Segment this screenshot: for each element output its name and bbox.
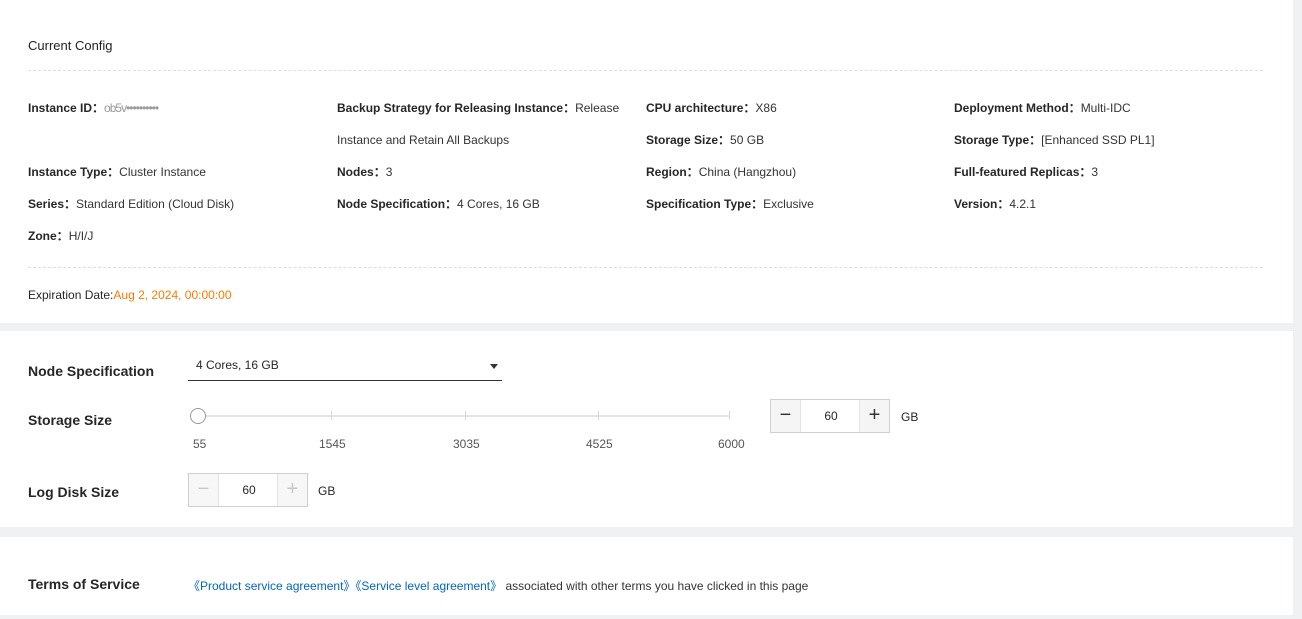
service-level-agreement-link[interactable]: 《Service level agreement》 <box>355 579 502 593</box>
config-deployment-method: Deployment Method：Multi-IDC <box>954 101 1131 115</box>
increment-button[interactable]: + <box>859 400 889 432</box>
storage-size-label: Storage Size <box>28 412 113 428</box>
terms-label: Terms of Service <box>28 576 140 592</box>
log-disk-size-stepper[interactable]: − 60 + <box>188 473 308 507</box>
storage-size-stepper[interactable]: − 60 + <box>770 399 890 433</box>
slider-tick <box>465 411 466 420</box>
storage-size-input[interactable]: 60 <box>801 400 861 432</box>
terms-text: 《Product service agreement》《Service leve… <box>188 579 809 593</box>
config-instance-id: Instance ID：ob5v•••••••••• <box>28 101 159 115</box>
terms-card <box>0 537 1293 615</box>
slider-mark: 6000 <box>718 437 745 451</box>
slider-mark: 1545 <box>319 437 346 451</box>
config-full-featured-replicas: Full-featured Replicas：3 <box>954 165 1099 179</box>
product-service-agreement-link[interactable]: 《Product service agreement》 <box>188 579 355 593</box>
current-config-card <box>0 0 1293 323</box>
instance-id-value: ob5v•••••••••• <box>104 101 159 115</box>
config-storage-type: Storage Type：[Enhanced SSD PL1] <box>954 133 1155 147</box>
node-spec-selected-value: 4 Cores, 16 GB <box>196 358 279 372</box>
decrement-button[interactable]: − <box>771 400 801 432</box>
config-region: Region：China (Hangzhou) <box>646 165 797 179</box>
slider-tick <box>729 411 730 420</box>
config-title: Current Config <box>28 38 113 53</box>
config-backup-strategy-cont: Instance and Retain All Backups <box>337 133 510 147</box>
config-specification-type: Specification Type：Exclusive <box>646 197 814 211</box>
node-spec-select[interactable]: 4 Cores, 16 GB <box>188 352 502 381</box>
config-version: Version：4.2.1 <box>954 197 1037 211</box>
config-instance-type: Instance Type：Cluster Instance <box>28 165 206 179</box>
expiration-date: Expiration Date:Aug 2, 2024, 00:00:00 <box>28 288 232 302</box>
increment-button[interactable]: + <box>277 474 307 506</box>
storage-unit: GB <box>901 410 919 424</box>
log-disk-size-input[interactable]: 60 <box>219 474 279 506</box>
caret-down-icon <box>490 364 498 369</box>
divider <box>28 267 1263 268</box>
config-backup-strategy: Backup Strategy for Releasing Instance：R… <box>337 101 620 115</box>
slider-handle[interactable] <box>190 408 206 424</box>
log-disk-unit: GB <box>318 484 336 498</box>
config-node-specification: Node Specification：4 Cores, 16 GB <box>337 197 540 211</box>
slider-mark: 3035 <box>453 437 480 451</box>
config-storage-size: Storage Size：50 GB <box>646 133 765 147</box>
config-cpu-architecture: CPU architecture：X86 <box>646 101 777 115</box>
divider <box>28 70 1263 71</box>
config-nodes: Nodes：3 <box>337 165 393 179</box>
config-series: Series：Standard Edition (Cloud Disk) <box>28 197 235 211</box>
slider-tick <box>598 411 599 420</box>
storage-size-slider[interactable]: 55 1545 3035 4525 6000 <box>190 407 745 451</box>
slider-tick <box>331 411 332 420</box>
expiration-value: Aug 2, 2024, 00:00:00 <box>113 288 232 302</box>
config-zone: Zone：H/I/J <box>28 229 94 243</box>
slider-mark: 55 <box>193 437 207 451</box>
log-disk-size-label: Log Disk Size <box>28 484 120 500</box>
node-spec-label: Node Specification <box>28 363 155 379</box>
slider-mark: 4525 <box>586 437 613 451</box>
decrement-button[interactable]: − <box>189 474 219 506</box>
slider-track[interactable] <box>198 415 729 417</box>
